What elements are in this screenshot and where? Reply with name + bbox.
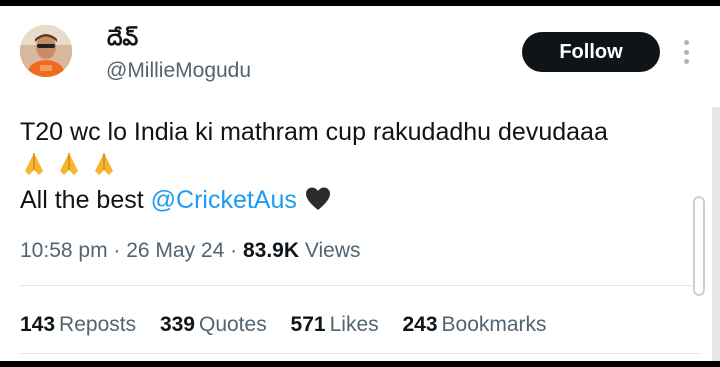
scrollbar-thumb[interactable] xyxy=(693,196,705,296)
views-count: 83.9K xyxy=(242,239,300,262)
quotes-stat[interactable]: 339 Quotes xyxy=(160,311,267,339)
more-dots-icon[interactable] xyxy=(676,37,696,67)
mention-link[interactable]: @CricketAus xyxy=(151,186,297,214)
reposts-count: 143 xyxy=(20,313,56,336)
scrollbar-track[interactable] xyxy=(712,107,720,361)
avatar[interactable] xyxy=(20,25,72,77)
tweet-text: T20 wc lo India ki mathram cup rakudadhu… xyxy=(20,115,680,217)
quotes-label: Quotes xyxy=(198,313,267,336)
reposts-stat[interactable]: 143 Reposts xyxy=(20,311,136,339)
tweet-emoji-line xyxy=(20,149,680,183)
tweet-line-3: All the best @CricketAus xyxy=(20,183,680,217)
meta-separator: · xyxy=(107,239,127,262)
likes-count: 571 xyxy=(290,313,326,336)
tweet-line-1: T20 wc lo India ki mathram cup rakudadhu… xyxy=(20,118,608,146)
follow-button[interactable]: Follow xyxy=(522,32,660,72)
divider xyxy=(20,285,700,286)
folded-hands-icon xyxy=(25,153,43,175)
tweet-meta: 10:58 pm · 26 May 24 · 83.9K Views xyxy=(20,237,361,265)
tweet-time[interactable]: 10:58 pm xyxy=(20,239,108,262)
meta-separator: · xyxy=(224,239,243,262)
folded-hands-icon xyxy=(94,153,113,175)
bookmarks-stat[interactable]: 243 Bookmarks xyxy=(402,311,546,339)
author-display-name[interactable]: దేవ్ xyxy=(107,26,138,52)
avatar-photo-icon xyxy=(20,25,72,77)
tweet-date[interactable]: 26 May 24 xyxy=(126,239,224,262)
likes-stat[interactable]: 571 Likes xyxy=(291,311,379,339)
bookmarks-count: 243 xyxy=(402,313,438,336)
divider xyxy=(20,353,700,354)
engagement-stats: 143 Reposts 339 Quotes 571 Likes 243 Bookmar… xyxy=(20,311,565,339)
author-handle[interactable]: @MillieMogudu xyxy=(106,58,251,84)
reposts-label: Reposts xyxy=(59,313,137,336)
views-label: Views xyxy=(299,239,361,262)
likes-label: Likes xyxy=(329,313,379,336)
tweet-card: దేవ్ @MillieMogudu Follow T20 wc lo Indi… xyxy=(0,6,720,361)
tweet-line-3-text: All the best xyxy=(20,186,151,214)
folded-hands-icon xyxy=(59,153,78,175)
quotes-count: 339 xyxy=(159,313,195,336)
black-heart-icon xyxy=(305,187,330,210)
bookmarks-label: Bookmarks xyxy=(441,313,547,336)
